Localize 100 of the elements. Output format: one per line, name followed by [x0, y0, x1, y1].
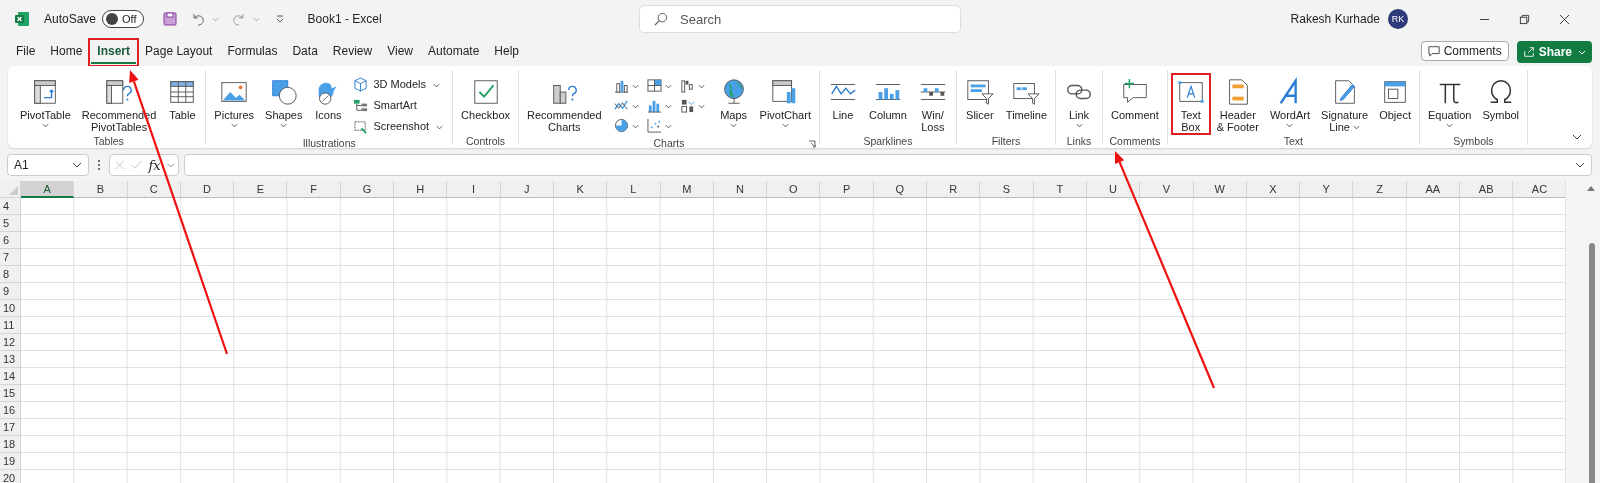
ribbon-button[interactable]: Recommended Charts: [522, 73, 607, 135]
ribbon-button[interactable]: Equation: [1422, 73, 1477, 135]
collapse-ribbon-icon[interactable]: [1572, 134, 1582, 140]
redo-icon[interactable]: [230, 11, 247, 27]
ribbon-button[interactable]: PivotChart: [754, 73, 816, 135]
ribbon-button[interactable]: Signature Line: [1316, 73, 1374, 135]
ribbon-tab[interactable]: View: [381, 40, 419, 64]
name-box[interactable]: A1: [7, 154, 89, 176]
ribbon-tab[interactable]: File: [10, 40, 42, 64]
row-header[interactable]: 9: [0, 283, 21, 300]
ribbon-button[interactable]: Icons: [308, 73, 349, 135]
ribbon-tab[interactable]: Insert: [91, 40, 137, 64]
ribbon-tab[interactable]: Page Layout: [139, 40, 219, 64]
row-header[interactable]: 5: [0, 215, 21, 232]
check-icon[interactable]: [131, 159, 143, 171]
sheet-column-header[interactable]: Q: [873, 181, 928, 198]
search-field[interactable]: Search: [639, 5, 961, 33]
ribbon-button[interactable]: Link: [1059, 73, 1100, 135]
user-avatar[interactable]: RK: [1388, 9, 1408, 29]
sheet-column-header[interactable]: T: [1033, 181, 1087, 198]
ribbon-tab[interactable]: Automate: [421, 40, 486, 64]
comments-button[interactable]: Comments: [1420, 41, 1509, 61]
ribbon-button[interactable]: Timeline: [1000, 73, 1053, 135]
caret-icon[interactable]: [1575, 162, 1585, 168]
ribbon-button[interactable]: Object: [1374, 73, 1416, 135]
sheet-column-header[interactable]: U: [1086, 181, 1141, 198]
scroll-up-icon[interactable]: [1587, 185, 1595, 191]
row-header[interactable]: 10: [0, 300, 21, 317]
row-header[interactable]: 8: [0, 266, 21, 283]
sheet-column-header[interactable]: X: [1246, 181, 1301, 198]
ribbon-tab[interactable]: Review: [326, 40, 379, 64]
row-header[interactable]: 20: [0, 470, 21, 483]
sheet-column-header[interactable]: J: [500, 181, 554, 198]
ribbon-button[interactable]: WordArt: [1264, 73, 1316, 135]
sheet-column-header[interactable]: P: [820, 181, 874, 198]
sheet-column-header[interactable]: I: [447, 181, 501, 198]
row-header[interactable]: 15: [0, 385, 21, 402]
sheet-column-header[interactable]: AC: [1513, 181, 1565, 198]
ribbon-button[interactable]: Table: [162, 73, 203, 135]
sheet-column-header[interactable]: H: [394, 181, 448, 198]
ribbon-tab[interactable]: Help: [488, 40, 526, 64]
sheet-column-header[interactable]: AA: [1406, 181, 1460, 198]
cell-grid[interactable]: [21, 198, 1565, 483]
row-header[interactable]: 14: [0, 368, 21, 385]
close-icon[interactable]: [1559, 13, 1570, 25]
save-icon[interactable]: [161, 11, 178, 27]
sheet-column-header[interactable]: N: [713, 181, 768, 198]
ribbon-button[interactable]: Header & Footer: [1211, 73, 1264, 135]
row-header[interactable]: 6: [0, 232, 21, 249]
sheet-column-header[interactable]: Y: [1300, 181, 1354, 198]
ribbon-button[interactable]: Checkbox: [456, 73, 515, 135]
dialog-launcher-icon[interactable]: [807, 140, 816, 148]
sheet-column-header[interactable]: S: [980, 181, 1034, 198]
row-header[interactable]: 11: [0, 317, 21, 334]
sheet-column-header[interactable]: A: [21, 181, 75, 198]
formula-input[interactable]: [184, 154, 1592, 176]
autosave-toggle[interactable]: Off: [102, 10, 144, 28]
sheet-column-header[interactable]: K: [553, 181, 608, 198]
row-header[interactable]: 12: [0, 334, 21, 351]
ribbon-tab[interactable]: Home: [44, 40, 89, 64]
sheet-column-header[interactable]: C: [127, 181, 181, 198]
ribbon-button[interactable]: Shapes: [260, 73, 308, 135]
ribbon-button[interactable]: Maps: [713, 73, 754, 135]
sheet-column-header[interactable]: D: [180, 181, 235, 198]
sheet-column-header[interactable]: W: [1193, 181, 1247, 198]
sheet-column-header[interactable]: R: [927, 181, 981, 198]
row-header[interactable]: 7: [0, 249, 21, 266]
row-header[interactable]: 18: [0, 436, 21, 453]
sheet-column-header[interactable]: V: [1140, 181, 1194, 198]
row-header[interactable]: 13: [0, 351, 21, 368]
sheet-column-header[interactable]: F: [287, 181, 341, 198]
restore-icon[interactable]: [1519, 13, 1530, 25]
ribbon-button[interactable]: PivotTable: [15, 73, 76, 135]
ribbon-button[interactable]: Pictures: [209, 73, 260, 135]
ribbon-tab[interactable]: Formulas: [221, 40, 284, 64]
ribbon-button[interactable]: Symbol: [1477, 73, 1525, 135]
sheet-column-header[interactable]: G: [340, 181, 395, 198]
sheet-column-header[interactable]: AB: [1460, 181, 1514, 198]
ribbon-button[interactable]: Comment: [1106, 73, 1164, 135]
row-header[interactable]: 19: [0, 453, 21, 470]
scroll-thumb[interactable]: [1589, 243, 1595, 483]
sheet-column-header[interactable]: L: [607, 181, 661, 198]
share-button[interactable]: Share: [1516, 41, 1592, 63]
row-header[interactable]: 16: [0, 402, 21, 419]
more-icon[interactable]: [97, 159, 101, 171]
row-header[interactable]: 4: [0, 198, 21, 215]
ribbon-tab[interactable]: Data: [286, 40, 324, 64]
ribbon-button[interactable]: Line: [822, 73, 863, 135]
sheet-column-header[interactable]: Z: [1353, 181, 1407, 198]
insert-function-button[interactable]: fx: [148, 157, 161, 173]
ribbon-button[interactable]: 3D Models: [353, 75, 446, 93]
sheet-column-header[interactable]: O: [767, 181, 821, 198]
ribbon-button[interactable]: Screenshot: [353, 117, 446, 135]
ribbon-button[interactable]: Slicer: [959, 73, 1000, 135]
scrollbar[interactable]: [1565, 181, 1600, 483]
ribbon-button[interactable]: SmartArt: [353, 96, 446, 114]
sheet-column-header[interactable]: B: [74, 181, 128, 198]
row-header[interactable]: 17: [0, 419, 21, 436]
sheet-column-header[interactable]: E: [234, 181, 288, 198]
ribbon-button[interactable]: Text Box: [1170, 73, 1211, 135]
